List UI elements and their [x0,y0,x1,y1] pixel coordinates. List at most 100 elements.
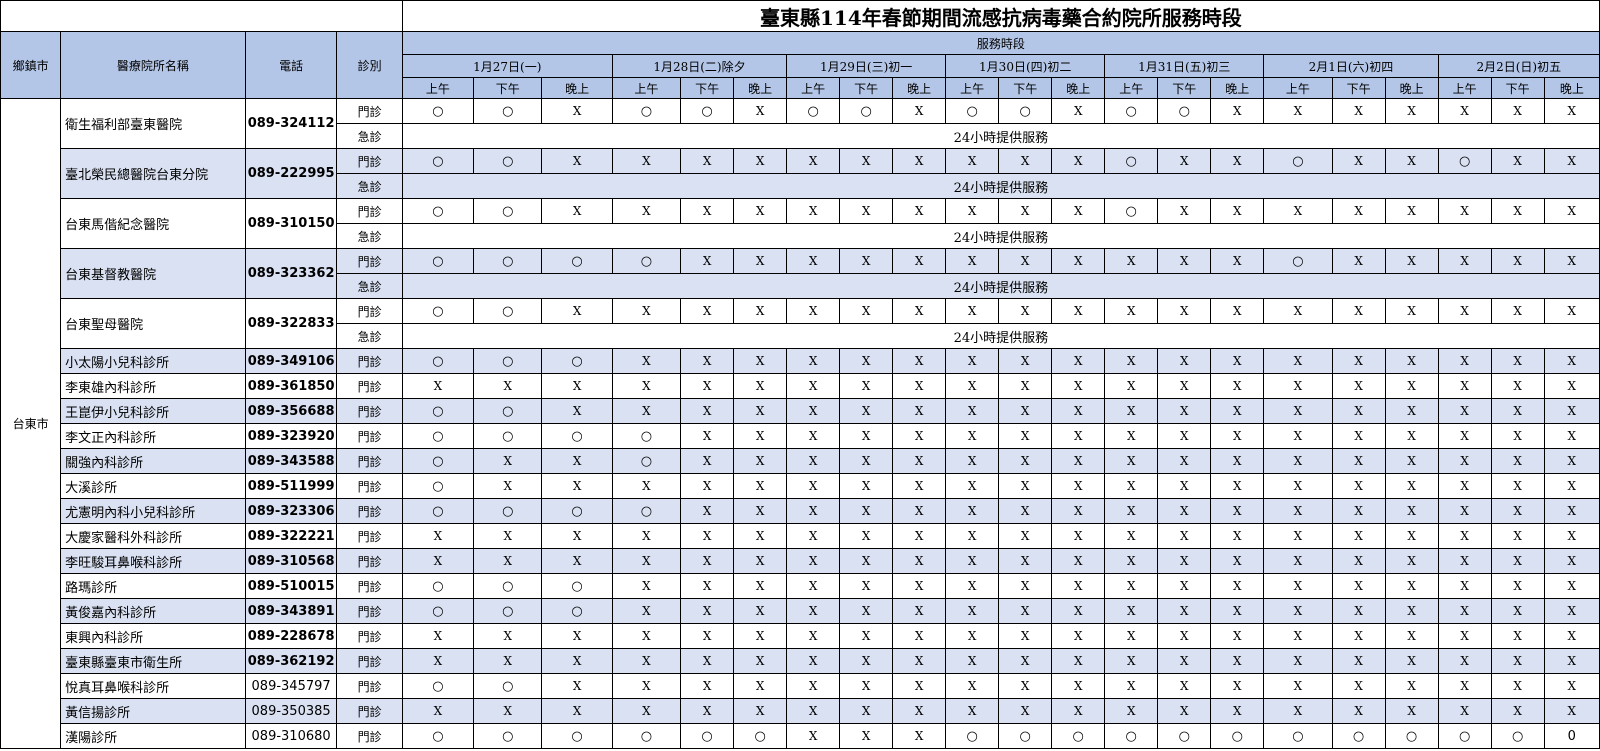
schedule-slot: ○ [1263,723,1333,749]
visit-type: 門診 [336,573,403,599]
schedule-slot: X [998,298,1053,324]
schedule-slot: X [1104,648,1159,674]
schedule-slot: X [786,648,841,674]
schedule-slot: X [1331,673,1386,699]
schedule-slot: X [945,448,1000,474]
schedule-slot: X [1437,648,1492,674]
facility-name: 衛生福利部臺東醫院 [60,98,246,149]
schedule-slot: X [680,473,735,499]
schedule-slot: X [998,248,1053,274]
schedule-slot: X [541,623,613,649]
schedule-slot: X [680,198,735,224]
schedule-slot: X [1490,248,1545,274]
schedule-slot: ○ [473,148,543,174]
schedule-slot: X [733,498,788,524]
schedule-slot: X [1157,623,1212,649]
schedule-slot: X [1210,648,1265,674]
facility-phone: 089-362192 [244,648,338,674]
table-row: 大溪診所 089-511999 門診 ○ X X X X X X X X X X X X X X X X X X X X [1,473,1600,499]
schedule-slot: X [1331,598,1386,624]
period-header: 晚上 [733,77,788,99]
schedule-slot: X [1051,298,1106,324]
schedule-slot: X [998,673,1053,699]
schedule-slot: X [733,573,788,599]
schedule-slot: X [786,723,841,749]
schedule-slot: X [1263,648,1333,674]
schedule-slot: X [945,473,1000,499]
schedule-slot: X [680,398,735,424]
schedule-slot: X [1331,498,1386,524]
visit-type: 門診 [336,523,403,549]
schedule-slot: X [1104,548,1159,574]
visit-type: 門診 [336,723,403,749]
schedule-slot: X [1437,498,1492,524]
schedule-slot: X [1104,248,1159,274]
table-row: 路瑪診所 089-510015 門診 ○ ○ ○ X X X X X X X X X X X X X X X X X X [1,573,1600,599]
schedule-slot: X [1543,498,1600,524]
schedule-slot: X [1263,473,1333,499]
schedule-slot: X [1210,598,1265,624]
schedule-slot: X [473,623,543,649]
schedule-slot: X [401,548,475,574]
facility-phone: 089-310568 [244,548,338,574]
visit-type: 急診 [336,123,403,149]
schedule-slot: X [1437,98,1492,124]
schedule-slot: X [892,523,947,549]
schedule-slot: ○ [945,723,1000,749]
schedule-slot: X [786,598,841,624]
schedule-slot: X [541,698,613,724]
schedule-slot: ○ [541,248,613,274]
schedule-slot: X [1490,98,1545,124]
schedule-slot: ○ [473,598,543,624]
table-row: 黃俊嘉內科診所 089-343891 門診 ○ ○ ○ X X X X X X X X X X X X X X X X X X [1,598,1600,624]
schedule-slot: X [1263,698,1333,724]
schedule-slot: X [839,148,894,174]
facility-phone: 089-361850 [244,373,338,399]
schedule-slot: X [611,648,682,674]
schedule-slot: X [998,398,1053,424]
schedule-slot: X [1437,398,1492,424]
schedule-slot: X [1331,448,1386,474]
schedule-slot: X [680,523,735,549]
schedule-slot: X [1543,298,1600,324]
schedule-slot: X [1384,598,1439,624]
visit-type: 門診 [336,423,403,449]
schedule-slot: X [892,573,947,599]
table-row: 李文正內科診所 089-323920 門診 ○ ○ ○ ○ X X X X X X X X X X X X X X X X X [1,423,1600,449]
schedule-slot: X [786,373,841,399]
period-header: 上午 [786,77,841,99]
schedule-slot: X [611,298,682,324]
schedule-slot: ○ [401,348,475,374]
facility-name: 漢陽診所 [60,723,246,749]
schedule-slot: X [1437,623,1492,649]
schedule-slot: ○ [611,723,682,749]
schedule-slot: ○ [998,723,1053,749]
schedule-slot: X [1104,698,1159,724]
schedule-slot: X [1331,423,1386,449]
schedule-slot: X [1437,698,1492,724]
schedule-slot: X [680,498,735,524]
schedule-slot: ○ [611,248,682,274]
schedule-slot: X [839,523,894,549]
schedule-slot: X [945,498,1000,524]
facility-name: 黃俊嘉內科診所 [60,598,246,624]
schedule-slot: ○ [839,98,894,124]
schedule-slot: X [945,348,1000,374]
schedule-slot: X [1384,348,1439,374]
visit-type: 門診 [336,448,403,474]
schedule-slot: X [786,498,841,524]
schedule-slot: ○ [1157,723,1212,749]
schedule-slot: X [611,698,682,724]
schedule-slot: X [1384,298,1439,324]
schedule-slot: X [1437,348,1492,374]
schedule-table: 臺東縣114年春節期間流感抗病毒藥合約院所服務時段 鄉鎮市 醫療院所名稱 電話 … [0,0,1600,749]
schedule-slot: X [839,648,894,674]
schedule-slot: X [786,423,841,449]
schedule-slot: X [1210,348,1265,374]
schedule-slot: X [1384,373,1439,399]
schedule-slot: X [1384,98,1439,124]
schedule-slot: X [1331,398,1386,424]
day-header: 2月2日(日)初五 [1437,54,1600,78]
schedule-slot: X [1331,373,1386,399]
schedule-slot: ○ [401,148,475,174]
